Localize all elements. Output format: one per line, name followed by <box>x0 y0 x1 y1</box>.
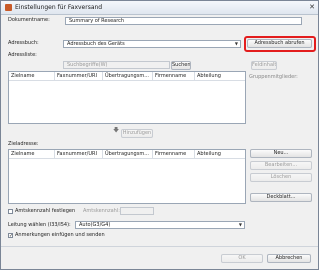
col-transmission[interactable]: Übertragungsm... <box>103 150 153 158</box>
address-book-select[interactable]: Adressbuch des Geräts ▼ <box>63 40 241 48</box>
outside-line-field[interactable] <box>120 207 154 215</box>
outside-line-label: Amtskennzahl festlegen <box>15 208 76 214</box>
retrieve-address-book-button[interactable]: Adressbuch abrufen <box>247 39 312 48</box>
title-bar: Einstellungen für Faxversand ✕ <box>1 1 318 15</box>
destination-table[interactable]: Zielname Faxnummer/URI Übertragungsm... … <box>8 149 246 204</box>
col-transmission[interactable]: Übertragungsm... <box>103 72 153 80</box>
col-department[interactable]: Abteilung <box>195 72 239 80</box>
address-list-header: Zielname Faxnummer/URI Übertragungsm... … <box>9 72 245 81</box>
ok-button[interactable]: OK <box>221 254 263 263</box>
address-list-label: Adressliste: <box>8 52 37 58</box>
col-target-name[interactable]: Zielname <box>9 72 55 80</box>
fax-settings-dialog: Einstellungen für Faxversand ✕ Dokumentn… <box>0 0 319 270</box>
document-name-label: Dokumentname: <box>8 17 50 23</box>
col-company[interactable]: Firmenname <box>153 150 195 158</box>
destination-label: Zieladresse: <box>8 141 39 147</box>
document-name-field[interactable]: Summary of Research <box>65 17 302 25</box>
down-arrow-icon: 🡇 <box>113 127 120 134</box>
address-book-label: Adressbuch: <box>8 40 39 46</box>
clear-field-button[interactable]: Feldinhalt löschen <box>251 61 277 70</box>
search-input[interactable]: Suchbegriffe(W) <box>63 61 170 69</box>
edit-button[interactable]: Bearbeiten... <box>250 161 312 170</box>
address-list-table[interactable]: Zielname Faxnummer/URI Übertragungsm... … <box>8 71 246 124</box>
group-members-label: Gruppenmitglieder: <box>249 74 298 80</box>
line-select[interactable]: Auto(G3/G4) ▼ <box>75 221 245 229</box>
line-select-label: Leitung wählen (I33/I54): <box>8 222 71 228</box>
add-button[interactable]: Hinzufügen <box>121 129 153 138</box>
window-title: Einstellungen für Faxversand <box>15 4 103 11</box>
notes-checkbox-label: Anmerkungen einfügen und senden <box>15 232 105 238</box>
new-button[interactable]: Neu... <box>250 149 312 158</box>
coverpage-button[interactable]: Deckblatt... <box>250 193 312 202</box>
delete-button[interactable]: Löschen <box>250 173 312 182</box>
notes-checkbox[interactable]: ✓ <box>8 233 13 239</box>
cancel-button[interactable]: Abbrechen <box>267 254 311 263</box>
destination-header: Zielname Faxnummer/URI Übertragungsm... … <box>9 150 245 159</box>
outside-line-field-label: Amtskennzahl: <box>83 208 120 214</box>
col-target-name[interactable]: Zielname <box>9 150 55 158</box>
app-icon <box>5 4 12 11</box>
col-fax-number[interactable]: Faxnummer/URI <box>55 150 103 158</box>
close-icon[interactable]: ✕ <box>309 3 315 12</box>
chevron-down-icon: ▼ <box>234 41 238 46</box>
address-book-selected: Adressbuch des Geräts <box>67 41 125 47</box>
line-select-selected: Auto(G3/G4) <box>79 222 111 228</box>
col-department[interactable]: Abteilung <box>195 150 239 158</box>
col-company[interactable]: Firmenname <box>153 72 195 80</box>
search-button[interactable]: Suchen <box>171 61 191 70</box>
col-fax-number[interactable]: Faxnummer/URI <box>55 72 103 80</box>
chevron-down-icon: ▼ <box>238 222 242 227</box>
search-placeholder: Suchbegriffe(W) <box>67 62 108 68</box>
footer-divider <box>1 246 318 247</box>
outside-line-checkbox[interactable] <box>8 209 13 214</box>
